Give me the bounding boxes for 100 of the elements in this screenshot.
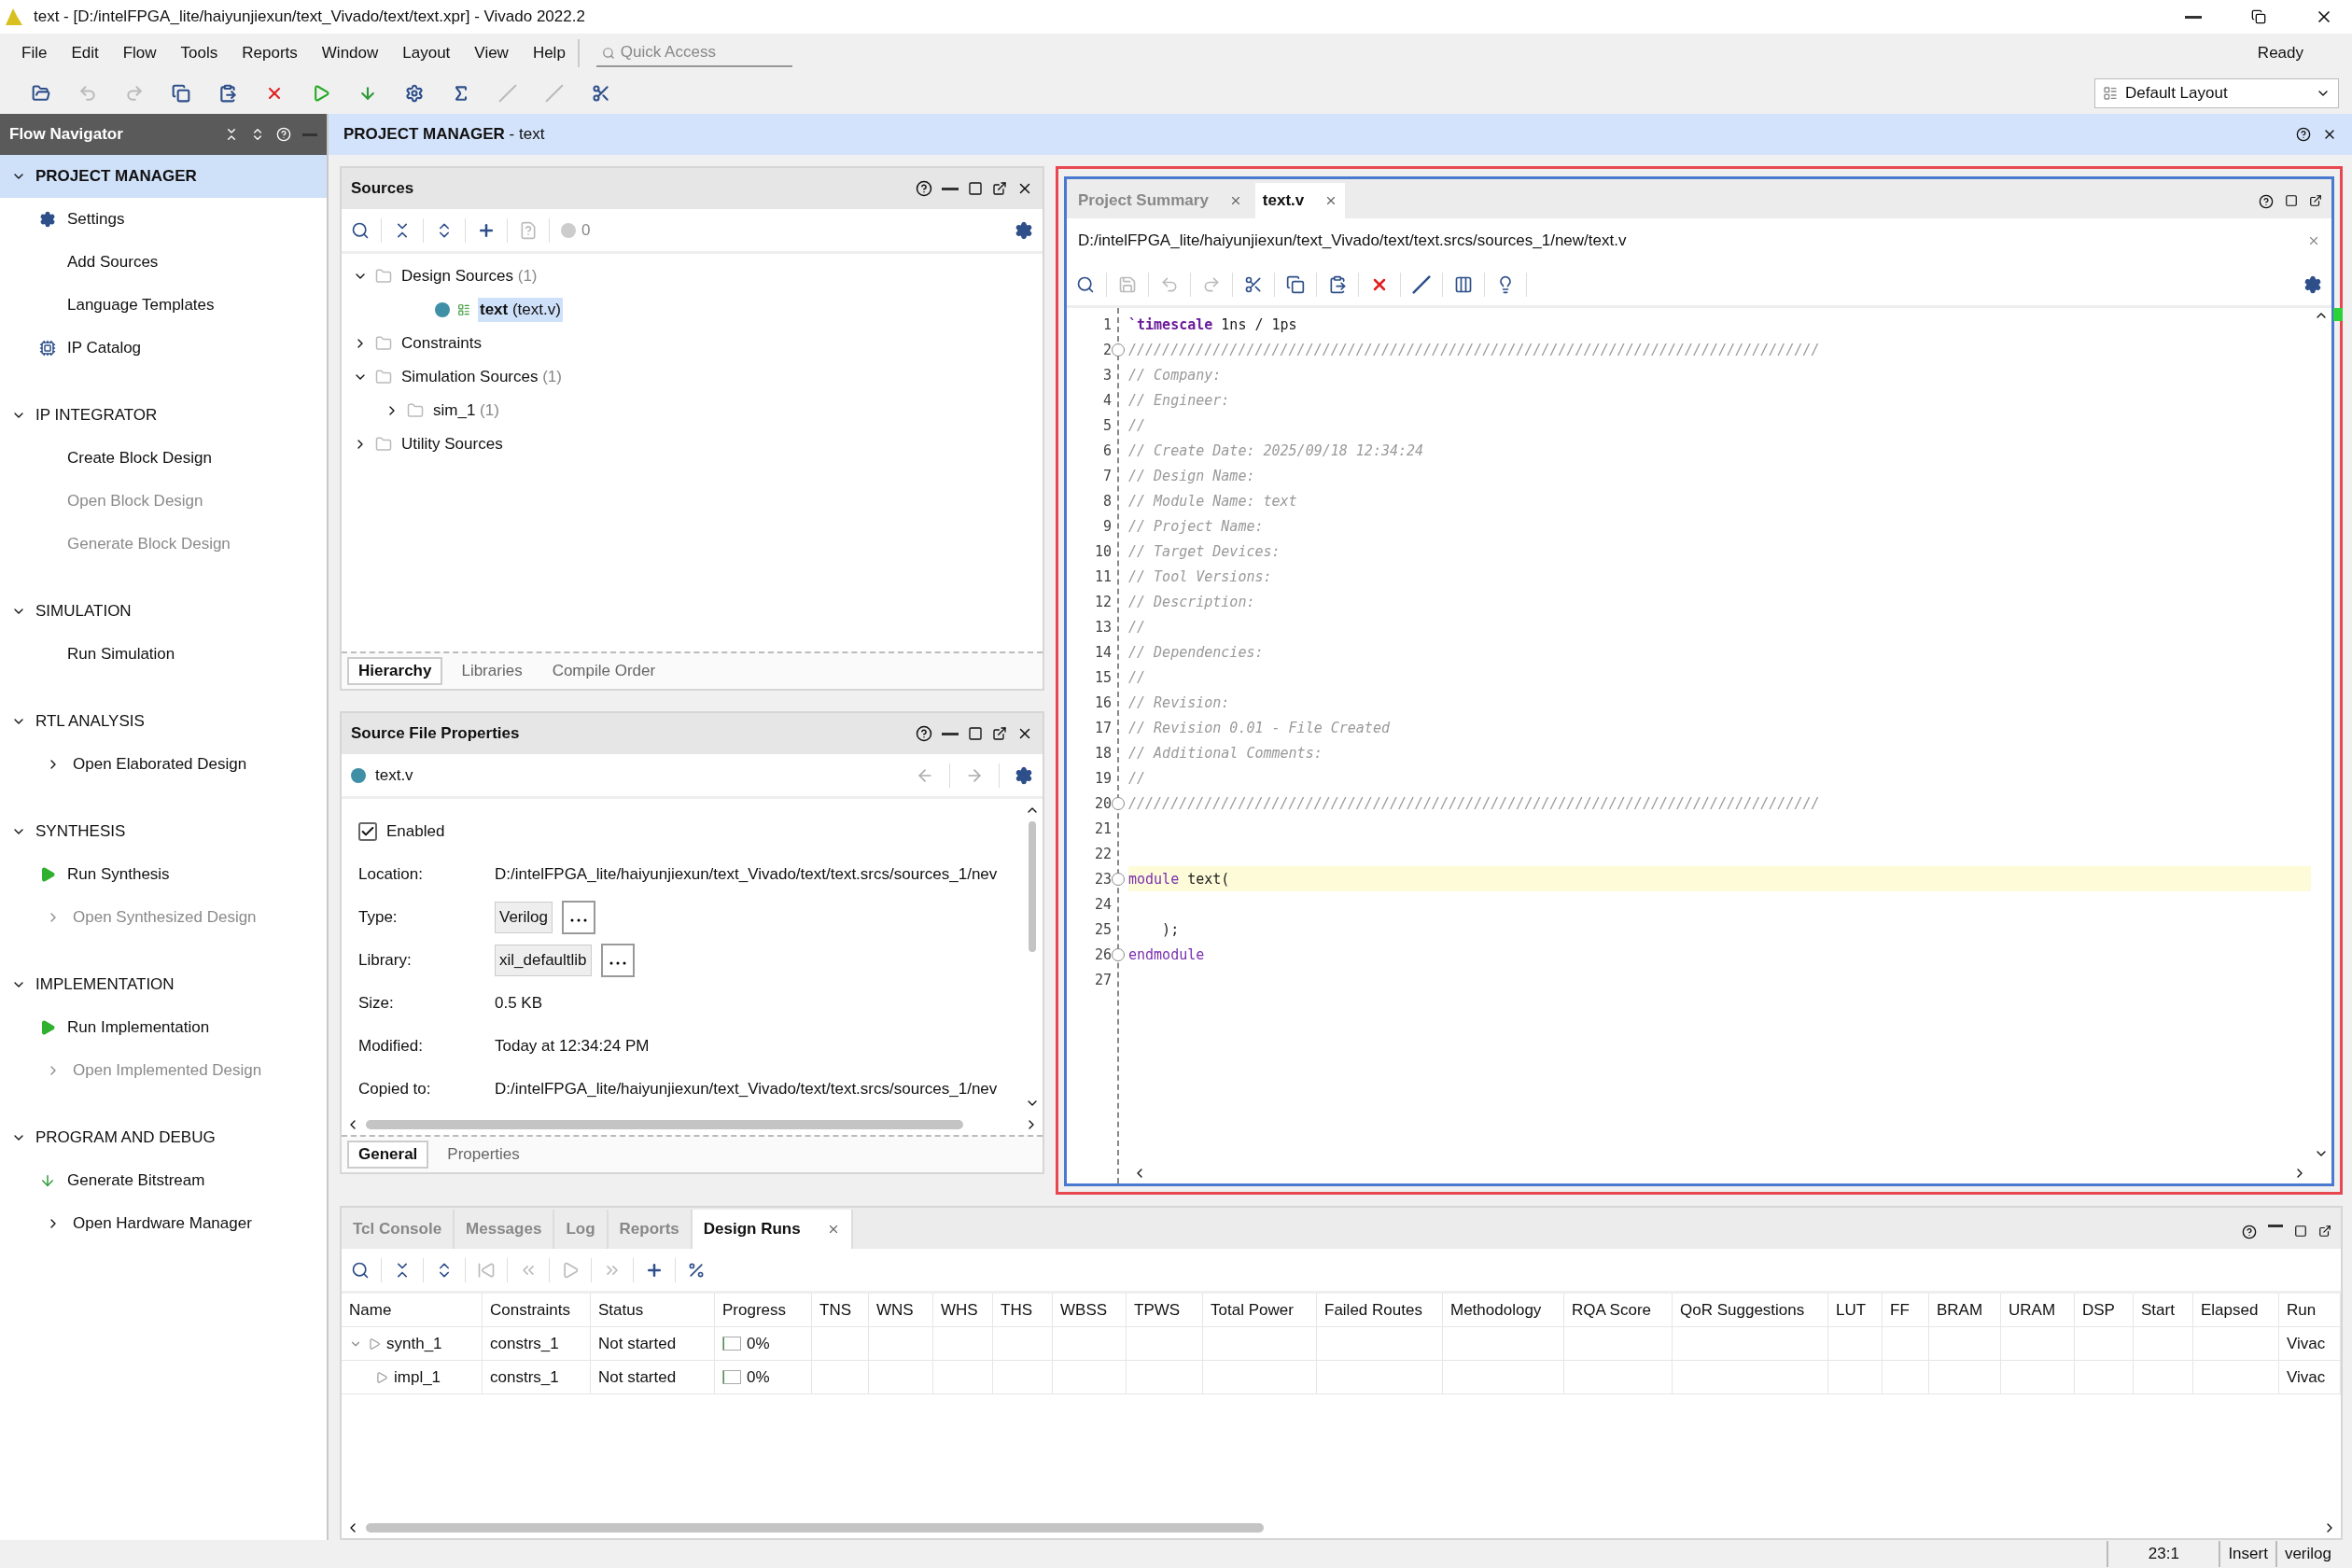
run-name: impl_1	[394, 1367, 441, 1387]
tree-item[interactable]: Design Sources (1)	[399, 264, 539, 288]
menu-item[interactable]: Flow	[110, 40, 169, 66]
tree-item[interactable]: sim_1 (1)	[431, 399, 501, 423]
line-number: 22	[1093, 844, 1113, 864]
table-cell[interactable]: synth_1	[342, 1327, 483, 1360]
play-icon	[39, 1019, 56, 1036]
tab[interactable]: Hierarchy	[347, 657, 443, 685]
code-line: module text(	[1128, 870, 1230, 888]
column-header[interactable]: FF	[1883, 1294, 1929, 1326]
nav-section-header[interactable]: IMPLEMENTATION	[0, 963, 327, 1006]
checkbox[interactable]	[358, 822, 377, 841]
more-button[interactable]	[600, 944, 635, 977]
column-header[interactable]: Total Power	[1203, 1294, 1317, 1326]
scrollbar-thumb[interactable]	[366, 1120, 963, 1129]
tree-item[interactable]: Constraints	[399, 331, 483, 356]
nav-item[interactable]: Generate Bitstream	[0, 1159, 327, 1202]
column-header[interactable]: DSP	[2075, 1294, 2134, 1326]
tab[interactable]: General	[347, 1141, 429, 1169]
column-header[interactable]: Status	[591, 1294, 715, 1326]
property-field[interactable]: xil_defaultlib	[495, 945, 592, 976]
edit-mode: Insert	[2219, 1541, 2275, 1567]
line-number: 18	[1093, 743, 1113, 763]
column-header[interactable]: QoR Suggestions	[1673, 1294, 1828, 1326]
ellipsis-icon	[609, 961, 626, 965]
column-header[interactable]: THS	[993, 1294, 1053, 1326]
menu-item[interactable]: Reports	[230, 40, 310, 66]
tree-item[interactable]: Utility Sources	[399, 432, 505, 456]
column-header[interactable]: BRAM	[1929, 1294, 2001, 1326]
more-button[interactable]	[562, 901, 595, 934]
column-header[interactable]: Progress	[715, 1294, 812, 1326]
column-header[interactable]: Failed Routes	[1317, 1294, 1443, 1326]
column-header[interactable]: URAM	[2001, 1294, 2075, 1326]
menu-item[interactable]: View	[462, 40, 521, 66]
tree-item[interactable]: text (text.v)	[478, 298, 563, 322]
tab[interactable]: Compile Order	[540, 657, 667, 685]
column-header[interactable]: Constraints	[483, 1294, 591, 1326]
code-line: // Company:	[1128, 366, 1222, 384]
menu-item[interactable]: Edit	[59, 40, 111, 66]
nav-section-header[interactable]: SIMULATION	[0, 590, 327, 633]
menu-item[interactable]: Layout	[390, 40, 463, 66]
column-header[interactable]: Start	[2134, 1294, 2193, 1326]
column-header[interactable]: Run	[2279, 1294, 2341, 1326]
nav-section-header[interactable]: IP INTEGRATOR	[0, 394, 327, 437]
table-cell[interactable]: impl_1	[342, 1361, 483, 1393]
menu-item[interactable]: Window	[309, 40, 391, 66]
tree-item[interactable]: Simulation Sources (1)	[399, 365, 564, 389]
tab[interactable]: Properties	[436, 1141, 531, 1169]
column-header[interactable]: Name	[342, 1294, 483, 1326]
line-number: 9	[1101, 516, 1113, 537]
app-logo-icon	[4, 7, 24, 27]
slash-icon	[545, 84, 564, 103]
fold-icon[interactable]	[1112, 872, 1125, 886]
column-header[interactable]: Methodology	[1443, 1294, 1564, 1326]
nav-item[interactable]: Add Sources	[0, 241, 327, 284]
quick-access-field[interactable]: Quick Access	[595, 39, 792, 67]
column-header[interactable]: WHS	[933, 1294, 993, 1326]
nav-item[interactable]: Run Synthesis	[0, 853, 327, 896]
column-header[interactable]: TNS	[812, 1294, 869, 1326]
nav-section-header[interactable]: PROJECT MANAGER	[0, 155, 327, 198]
float-icon	[2318, 1225, 2331, 1238]
panel-tab[interactable]: Design Runs	[692, 1210, 853, 1249]
column-header[interactable]: WBSS	[1053, 1294, 1127, 1326]
fold-icon[interactable]	[1112, 947, 1125, 961]
column-header[interactable]: Elapsed	[2193, 1294, 2279, 1326]
nav-item[interactable]: Language Templates	[0, 284, 327, 327]
menu-item[interactable]: Help	[520, 40, 578, 66]
scrollbar-thumb[interactable]	[1029, 821, 1036, 952]
line-number: 26	[1067, 942, 1117, 967]
property-label: Modified:	[358, 1037, 424, 1056]
nav-item[interactable]: Open Hardware Manager	[0, 1202, 327, 1245]
nav-section-header[interactable]: RTL ANALYSIS	[0, 700, 327, 743]
nav-section-header[interactable]: PROGRAM AND DEBUG	[0, 1116, 327, 1159]
code-line: //	[1128, 769, 1146, 787]
nav-item[interactable]: Run Simulation	[0, 633, 327, 676]
column-header[interactable]: RQA Score	[1564, 1294, 1673, 1326]
fold-icon[interactable]	[1112, 796, 1125, 810]
chip-icon	[39, 340, 56, 357]
nav-item[interactable]: Open Elaborated Design	[0, 743, 327, 786]
code-line: //////////////////////////////////////////////////////////////////////////////////	[1128, 794, 1820, 812]
menu-item[interactable]: File	[9, 40, 60, 66]
nav-section-header[interactable]: SYNTHESIS	[0, 810, 327, 853]
line-number: 8	[1101, 491, 1113, 511]
column-header[interactable]: WNS	[869, 1294, 933, 1326]
nav-item[interactable]: Create Block Design	[0, 437, 327, 480]
column-header[interactable]: TPWS	[1127, 1294, 1203, 1326]
tab[interactable]: Libraries	[450, 657, 534, 685]
line-number: 15	[1093, 667, 1113, 688]
editor-tab[interactable]: text.v	[1254, 183, 1346, 218]
nav-item[interactable]: Run Implementation	[0, 1006, 327, 1049]
scrollbar-thumb[interactable]	[366, 1523, 1264, 1533]
line-number: 21	[1093, 819, 1113, 839]
fold-icon[interactable]	[1112, 343, 1125, 357]
column-header[interactable]: LUT	[1828, 1294, 1883, 1326]
property-field[interactable]: Verilog	[495, 902, 553, 933]
layout-dropdown[interactable]: Default Layout	[2094, 78, 2339, 108]
menu-item[interactable]: Tools	[168, 40, 231, 66]
comment-icon	[1412, 274, 1431, 294]
nav-item[interactable]: IP Catalog	[0, 327, 327, 370]
nav-item[interactable]: Settings	[0, 198, 327, 241]
